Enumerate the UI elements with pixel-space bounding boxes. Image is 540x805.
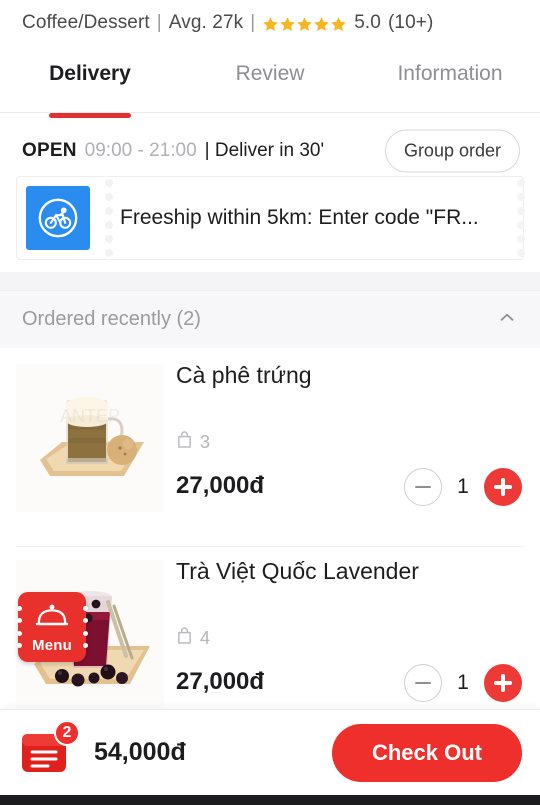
menu-floating-button[interactable]: Menu	[17, 592, 88, 662]
check-out-label: Check Out	[371, 739, 482, 765]
cart-count-badge: 2	[54, 719, 80, 746]
cart-box-icon[interactable]	[18, 733, 74, 782]
svg-text:ANTEP: ANTEP	[60, 406, 120, 426]
item-sold-count: 3	[200, 431, 211, 452]
item-quantity: 1	[457, 671, 469, 694]
tab-bar: Delivery Review Information	[0, 58, 540, 118]
check-out-button[interactable]: Check Out	[331, 723, 522, 782]
section-spacer	[0, 272, 540, 290]
star-rating-icons	[262, 16, 347, 33]
review-count: (10+)	[387, 12, 434, 33]
system-navigation-bar	[0, 795, 540, 805]
freeship-promo-banner[interactable]: Freeship within 5km: Enter code "FR...	[16, 176, 525, 260]
quantity-stepper: 1	[404, 468, 522, 506]
store-hours: 09:00 - 21:00	[84, 140, 197, 161]
promo-text: Freeship within 5km: Enter code "FR...	[120, 206, 479, 229]
decrease-quantity-button[interactable]	[404, 468, 442, 506]
decrease-quantity-button[interactable]	[404, 664, 442, 702]
ordered-recently-header[interactable]: Ordered recently (2)	[0, 290, 540, 348]
delivery-eta: | Deliver in 30'	[204, 140, 325, 161]
promo-ticket-perforation-right	[517, 176, 525, 260]
store-avg-price: Avg. 27k	[168, 12, 244, 33]
item-image-egg-coffee[interactable]: ANTEP	[16, 364, 164, 512]
shopping-bag-icon	[176, 430, 193, 454]
item-name: Cà phê trứng	[176, 362, 312, 388]
store-status-row: OPEN 09:00 - 21:00 | Deliver in 30' Grou…	[0, 128, 540, 174]
tab-delivery-label: Delivery	[49, 62, 131, 85]
item-divider	[16, 546, 524, 547]
cloche-serving-dome-icon	[35, 601, 69, 636]
item-sold-row: 4	[176, 626, 210, 650]
store-category: Coffee/Dessert	[22, 12, 150, 33]
item-price: 27,000đ	[176, 668, 265, 695]
quantity-stepper: 1	[404, 664, 522, 702]
item-sold-count: 4	[200, 627, 211, 648]
increase-quantity-button[interactable]	[484, 664, 522, 702]
menu-fab-perforation-left	[17, 602, 22, 652]
meta-separator-1: |	[156, 12, 162, 33]
tab-information-label: Information	[397, 62, 503, 85]
menu-fab-label: Menu	[32, 636, 72, 654]
tab-information[interactable]: Information	[360, 58, 540, 110]
checkout-bar: 2 54,000đ Check Out	[0, 709, 540, 795]
promo-ticket-perforation-left	[104, 176, 114, 260]
restaurant-delivery-screen: Coffee/Dessert | Avg. 27k | 5.0 (10+) De…	[0, 0, 540, 805]
increase-quantity-button[interactable]	[484, 468, 522, 506]
bicycle-delivery-icon	[26, 186, 90, 250]
rating-value: 5.0	[354, 12, 381, 33]
list-item[interactable]: ANTEP Cà phê trứng 3 27,000đ 1	[0, 352, 540, 548]
group-order-button[interactable]: Group order	[384, 129, 520, 173]
chevron-up-icon[interactable]	[496, 306, 518, 333]
store-meta-line: Coffee/Dessert | Avg. 27k | 5.0 (10+)	[22, 12, 433, 34]
tab-review[interactable]: Review	[180, 58, 360, 110]
tab-review-label: Review	[235, 62, 305, 85]
cart-icon-wrapper[interactable]: 2	[18, 719, 80, 782]
shopping-bag-icon	[176, 626, 193, 650]
tab-delivery[interactable]: Delivery	[0, 58, 180, 118]
open-label: OPEN	[22, 140, 77, 161]
item-sold-row: 3	[176, 430, 210, 454]
meta-separator-2: |	[250, 12, 256, 33]
store-hours-text: OPEN 09:00 - 21:00 | Deliver in 30'	[22, 140, 324, 162]
active-tab-underline	[49, 113, 131, 118]
cart-total-amount: 54,000đ	[94, 738, 186, 766]
tab-bar-divider	[0, 112, 540, 113]
group-order-label: Group order	[403, 140, 501, 161]
item-quantity: 1	[457, 475, 469, 498]
item-price: 27,000đ	[176, 472, 265, 499]
menu-fab-perforation-right	[83, 602, 88, 652]
item-name: Trà Việt Quốc Lavender	[176, 558, 419, 584]
ordered-recently-title: Ordered recently (2)	[22, 308, 201, 330]
